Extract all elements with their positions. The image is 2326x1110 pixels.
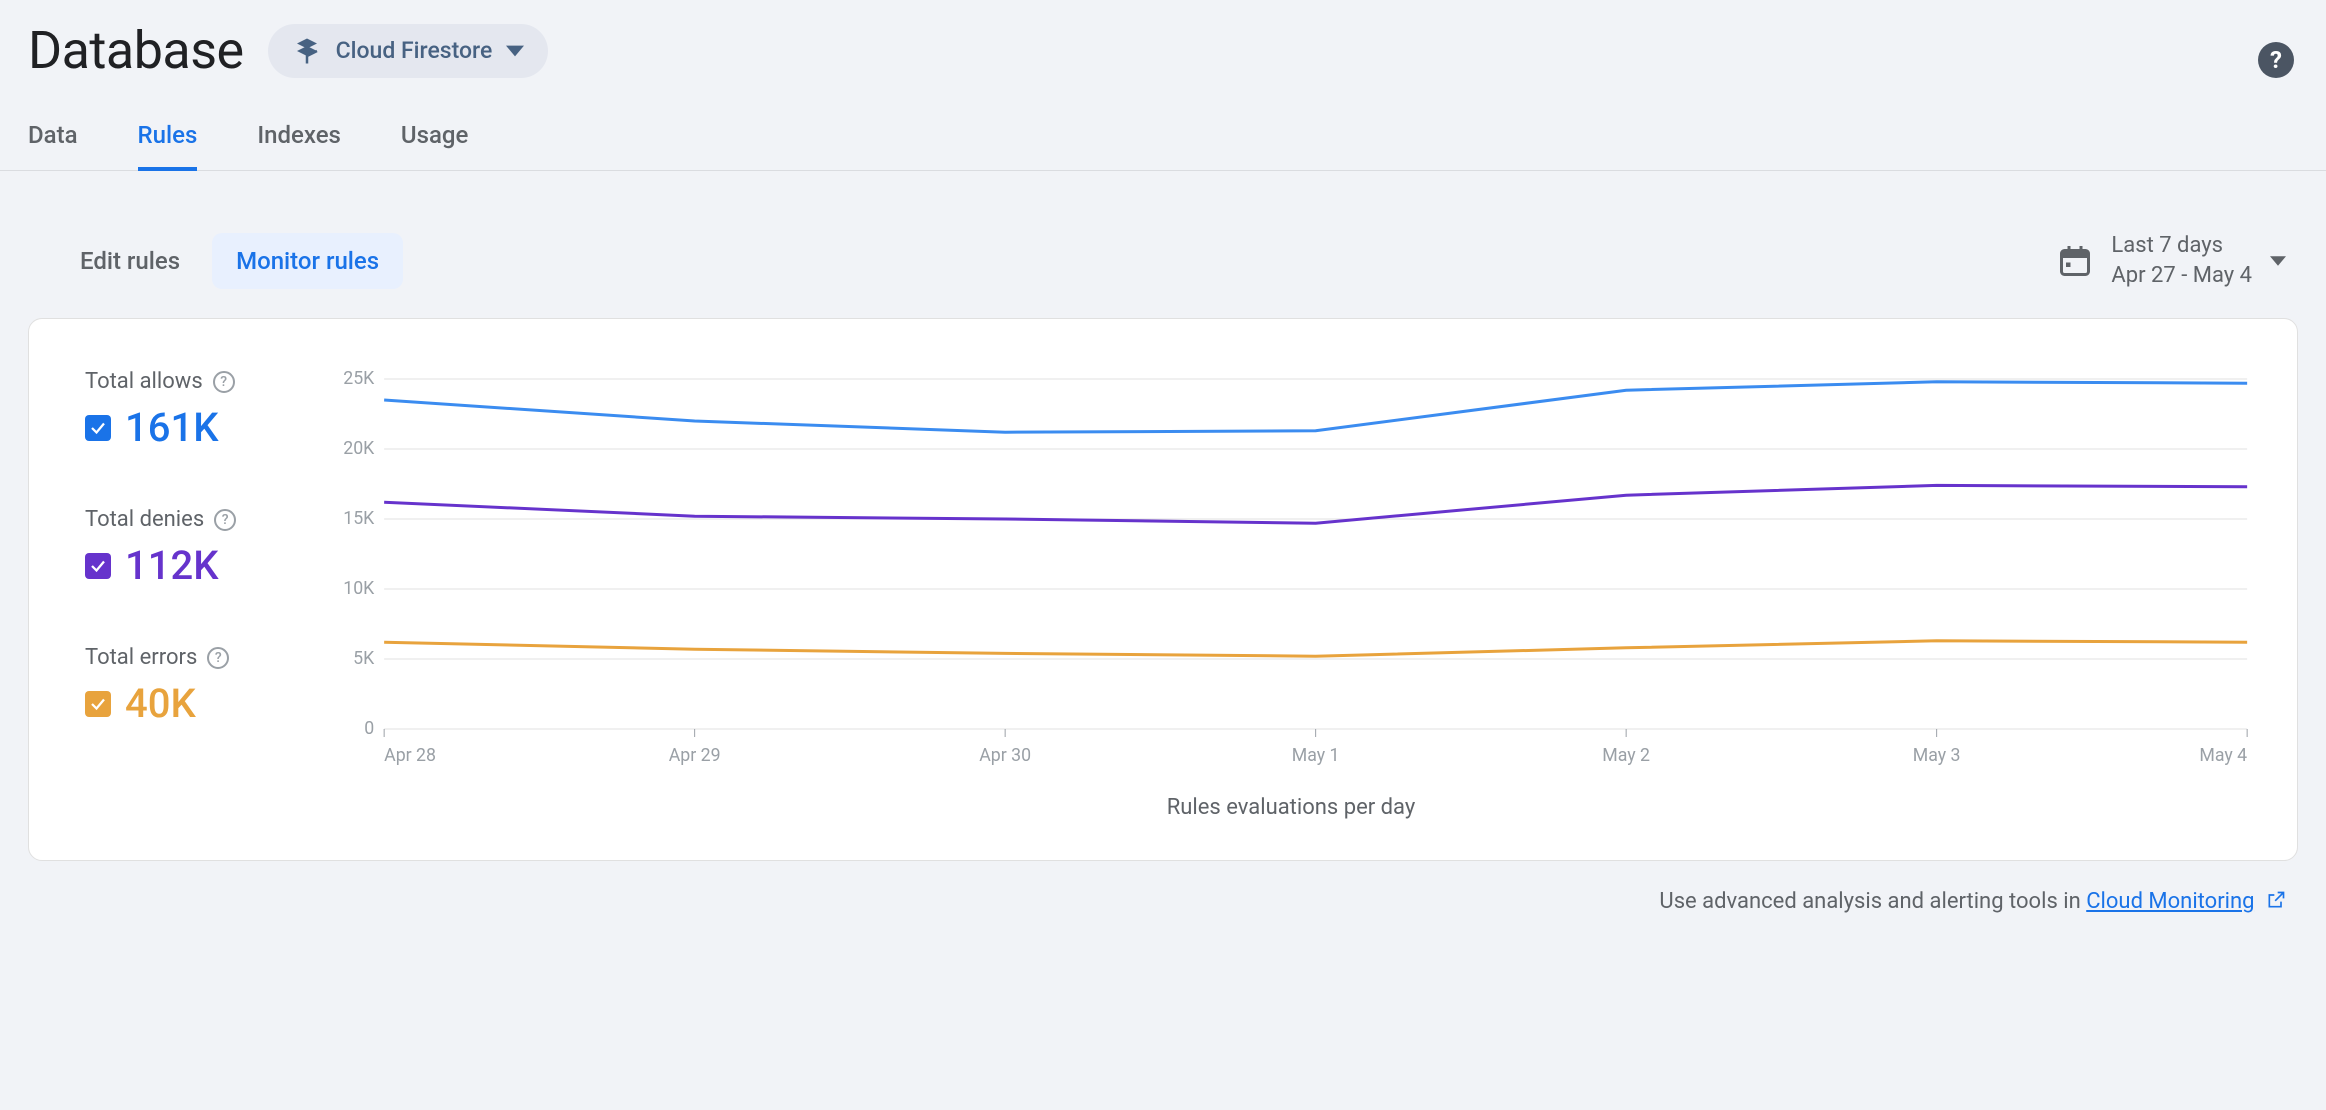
legend-item-denies: Total denies ? 112K	[85, 507, 305, 589]
chart-card: Total allows ? 161K Total denies ? 112K	[28, 318, 2298, 861]
legend-denies-checkbox[interactable]	[85, 553, 111, 579]
svg-text:0: 0	[364, 718, 374, 739]
cloud-monitoring-link[interactable]: Cloud Monitoring	[2086, 889, 2254, 914]
svg-text:Apr 29: Apr 29	[669, 745, 721, 766]
help-icon[interactable]: ?	[213, 371, 235, 393]
help-icon[interactable]: ?	[207, 647, 229, 669]
tab-indexes[interactable]: Indexes	[257, 121, 341, 171]
main-tabs: Data Rules Indexes Usage	[0, 81, 2326, 171]
calendar-icon	[2057, 243, 2093, 279]
svg-text:Apr 28: Apr 28	[384, 745, 436, 766]
tab-rules[interactable]: Rules	[138, 121, 198, 171]
svg-text:25K: 25K	[343, 368, 375, 389]
svg-text:Apr 30: Apr 30	[979, 745, 1031, 766]
svg-text:May 4: May 4	[2199, 745, 2247, 766]
subtab-edit-rules[interactable]: Edit rules	[56, 233, 204, 289]
firestore-icon	[292, 36, 322, 66]
database-selector[interactable]: Cloud Firestore	[268, 24, 549, 78]
page-title: Database	[28, 20, 244, 81]
legend-errors-value: 40K	[125, 680, 196, 727]
date-range-selector[interactable]: Last 7 days Apr 27 - May 4	[2057, 231, 2298, 290]
line-chart: 0 5K 10K 15K 20K 25K Apr 28 Apr 29 Apr 30 May 1 Ma…	[325, 359, 2257, 779]
svg-text:5K: 5K	[353, 648, 375, 669]
chevron-down-icon	[2270, 253, 2286, 269]
database-selector-label: Cloud Firestore	[336, 37, 493, 64]
date-range-value: Apr 27 - May 4	[2111, 261, 2252, 291]
help-icon[interactable]: ?	[214, 509, 236, 531]
tab-data[interactable]: Data	[28, 121, 78, 171]
tab-usage[interactable]: Usage	[401, 121, 468, 171]
subtab-monitor-rules[interactable]: Monitor rules	[212, 233, 403, 289]
legend-denies-label: Total denies	[85, 507, 204, 532]
legend-item-errors: Total errors ? 40K	[85, 645, 305, 727]
svg-text:20K: 20K	[343, 438, 375, 459]
legend-allows-label: Total allows	[85, 369, 203, 394]
legend-allows-checkbox[interactable]	[85, 415, 111, 441]
help-icon: ?	[2270, 46, 2282, 74]
chart-x-axis-label: Rules evaluations per day	[325, 795, 2257, 820]
footer-prefix: Use advanced analysis and alerting tools…	[1659, 889, 2086, 914]
svg-text:15K: 15K	[343, 508, 375, 529]
svg-text:May 2: May 2	[1602, 745, 1650, 766]
svg-text:May 3: May 3	[1913, 745, 1961, 766]
legend-allows-value: 161K	[125, 404, 218, 451]
chevron-down-icon	[506, 42, 524, 60]
footer-note: Use advanced analysis and alerting tools…	[0, 861, 2326, 915]
legend-errors-checkbox[interactable]	[85, 691, 111, 717]
svg-text:10K: 10K	[343, 578, 375, 599]
legend-denies-value: 112K	[125, 542, 218, 589]
external-link-icon	[2266, 890, 2286, 916]
svg-text:May 1: May 1	[1292, 745, 1340, 766]
legend-errors-label: Total errors	[85, 645, 197, 670]
rules-subtabs: Edit rules Monitor rules	[56, 233, 403, 289]
chart-legend: Total allows ? 161K Total denies ? 112K	[85, 359, 305, 820]
date-range-label: Last 7 days	[2111, 231, 2252, 261]
legend-item-allows: Total allows ? 161K	[85, 369, 305, 451]
help-button[interactable]: ?	[2258, 42, 2294, 78]
